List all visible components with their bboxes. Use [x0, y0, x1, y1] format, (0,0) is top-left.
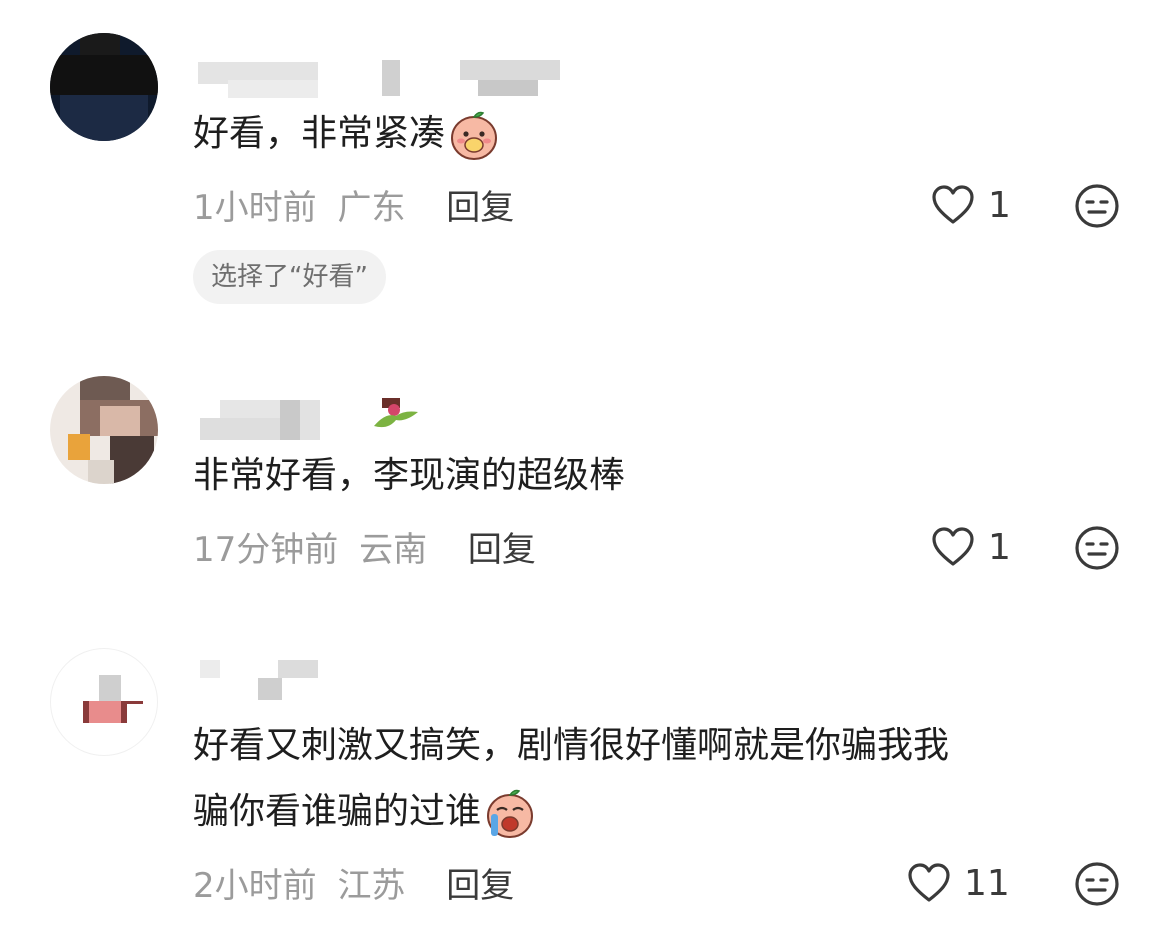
- crying-peach-emoji: [487, 789, 534, 838]
- avatar[interactable]: [50, 648, 158, 756]
- comment-region: 云南: [359, 530, 428, 570]
- dislike-face-icon[interactable]: [1074, 861, 1120, 907]
- comment-meta: 1小时前 广东 回复: [193, 180, 514, 229]
- like-count: 11: [964, 862, 1010, 904]
- like-button[interactable]: 11: [906, 862, 1010, 904]
- dislike-face-icon[interactable]: [1074, 183, 1120, 229]
- comment-text-line-2: 骗你看谁骗的过谁: [193, 791, 482, 832]
- username-blurred[interactable]: [198, 660, 328, 700]
- comment-time: 17分钟前: [193, 530, 339, 570]
- heart-icon: [908, 863, 950, 902]
- reply-button[interactable]: 回复: [446, 866, 514, 906]
- heart-icon: [932, 527, 974, 566]
- avatar[interactable]: [50, 33, 158, 141]
- like-count: 1: [988, 184, 1011, 226]
- comment-time: 2小时前: [193, 866, 317, 906]
- comment-region: 江苏: [337, 866, 406, 906]
- username-blurred[interactable]: [198, 400, 320, 440]
- comment-region: 广东: [337, 188, 406, 228]
- choice-chip: 选择了“好看”: [193, 250, 386, 304]
- like-button[interactable]: 1: [930, 184, 1011, 226]
- comment-text: 非常好看，李现演的超级棒: [193, 455, 626, 496]
- heart-icon: [932, 185, 974, 224]
- comment-meta: 17分钟前 云南 回复: [193, 522, 536, 571]
- reply-button[interactable]: 回复: [468, 530, 536, 570]
- comment-text-content: 好看，非常紧凑: [193, 113, 446, 154]
- comment-meta: 2小时前 江苏 回复: [193, 858, 514, 907]
- username-blurred[interactable]: [198, 60, 560, 100]
- comment-text-line-1: 好看又刺激又搞笑，剧情很好懂啊就是你骗我我: [193, 725, 950, 766]
- comment-text: 好看，非常紧凑: [193, 102, 501, 166]
- like-count: 1: [988, 526, 1011, 568]
- comment-time: 1小时前: [193, 188, 317, 228]
- avatar[interactable]: [50, 376, 158, 484]
- dislike-face-icon[interactable]: [1074, 525, 1120, 571]
- like-button[interactable]: 1: [930, 526, 1011, 568]
- comment-text: 骗你看谁骗的过谁: [193, 780, 537, 844]
- shy-peach-emoji: [451, 111, 498, 160]
- flower-badge-icon: [374, 398, 418, 428]
- reply-button[interactable]: 回复: [446, 188, 514, 228]
